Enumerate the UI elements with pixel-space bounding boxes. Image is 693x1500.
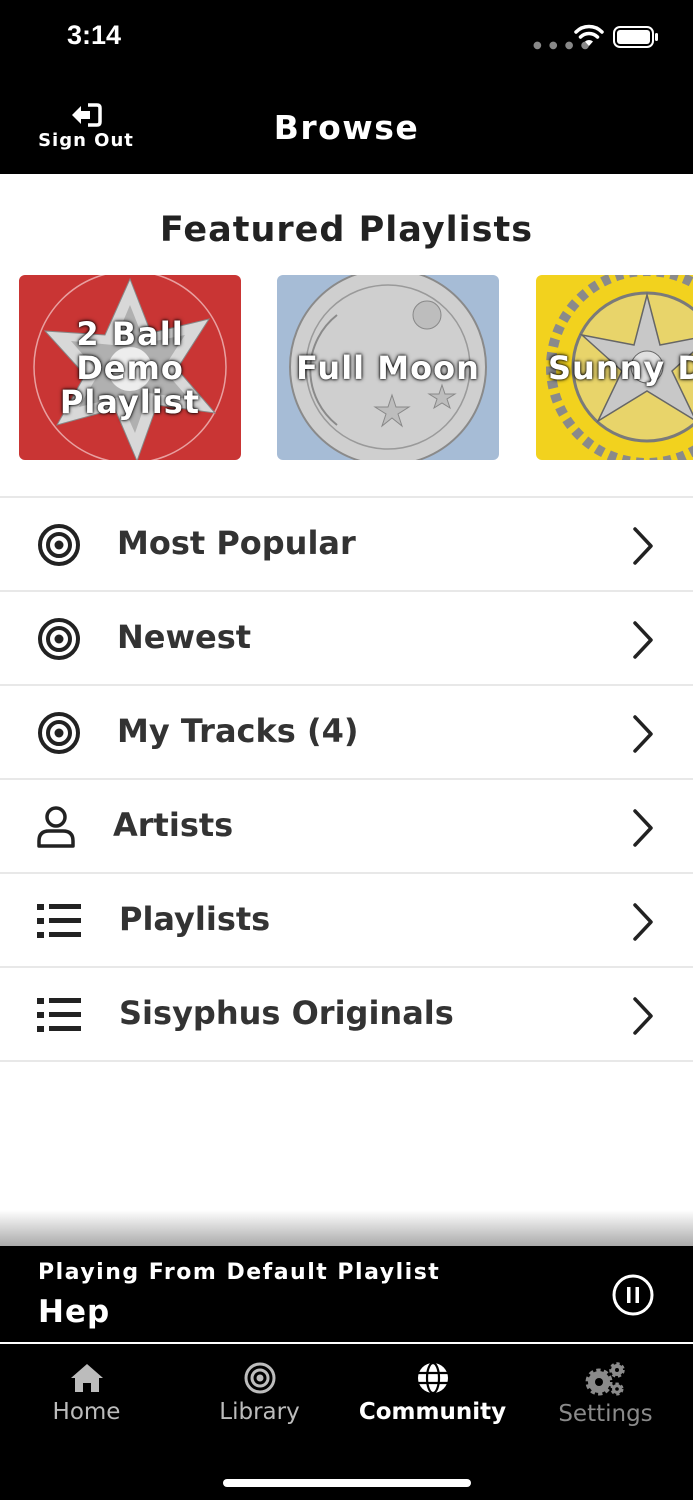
target-icon <box>38 524 80 566</box>
sign-out-label: Sign Out <box>38 130 134 151</box>
now-playing-context: Playing From Default Playlist <box>38 1260 441 1285</box>
target-icon <box>38 618 80 660</box>
tab-home[interactable]: Home <box>0 1361 173 1425</box>
now-playing-bar[interactable]: Playing From Default Playlist Hep <box>0 1246 693 1344</box>
globe-icon <box>417 1361 448 1395</box>
chevron-right-icon <box>633 621 653 659</box>
target-icon <box>38 712 80 754</box>
playlist-title: Full Moon <box>296 348 480 387</box>
featured-playlists-carousel[interactable]: 2 Ball Demo Playlist Full Moon Sunny D <box>0 275 693 461</box>
status-bar: 3:14 ● ● ● ● <box>0 0 693 80</box>
menu-item-label: Newest <box>117 618 252 656</box>
chevron-right-icon <box>633 997 653 1035</box>
tab-community[interactable]: Community <box>346 1361 519 1425</box>
menu-item-label: Most Popular <box>117 524 356 562</box>
pause-button[interactable] <box>612 1274 654 1316</box>
tab-label: Library <box>219 1399 300 1425</box>
chevron-right-icon <box>633 809 653 847</box>
playlist-title: 2 Ball Demo Playlist <box>59 314 201 421</box>
menu-item-most-popular[interactable]: Most Popular <box>0 498 693 592</box>
list-icon <box>37 904 81 938</box>
battery-icon <box>613 26 658 48</box>
playlist-title: Sunny D <box>548 348 693 387</box>
navigation-bar: Sign Out Browse <box>0 80 693 174</box>
menu-item-newest[interactable]: Newest <box>0 592 693 686</box>
tab-library[interactable]: Library <box>173 1361 346 1425</box>
tab-label: Community <box>358 1399 507 1425</box>
home-indicator <box>223 1479 471 1487</box>
tab-label: Home <box>52 1399 121 1425</box>
featured-playlist-tile-full-moon[interactable]: Full Moon <box>277 275 499 460</box>
person-icon <box>37 806 75 848</box>
sign-out-button[interactable]: Sign Out <box>34 102 138 151</box>
featured-playlist-tile-2-ball-demo[interactable]: 2 Ball Demo Playlist <box>19 275 241 460</box>
tab-label: Settings <box>558 1401 653 1427</box>
target-icon <box>244 1362 275 1394</box>
menu-item-label: My Tracks (4) <box>117 712 359 750</box>
browse-content: Featured Playlists 2 Ball Demo Playlist <box>0 174 693 1246</box>
menu-item-label: Playlists <box>119 900 271 938</box>
gear-icon <box>585 1362 625 1396</box>
featured-playlists-title: Featured Playlists <box>159 210 534 250</box>
tab-bar: Home Library Community Settings <box>0 1345 693 1500</box>
menu-item-label: Sisyphus Originals <box>119 994 454 1032</box>
menu-item-artists[interactable]: Artists <box>0 780 693 874</box>
home-icon <box>70 1364 103 1392</box>
chevron-right-icon <box>633 903 653 941</box>
featured-playlist-tile-sunny[interactable]: Sunny D <box>536 275 693 460</box>
status-time: 3:14 <box>67 20 122 50</box>
scroll-fade <box>0 1210 693 1246</box>
menu-item-sisyphus-originals[interactable]: Sisyphus Originals <box>0 968 693 1062</box>
wifi-icon <box>574 24 604 46</box>
menu-item-label: Artists <box>113 806 234 844</box>
browse-menu: Most Popular Newest My Tracks (4) Artist… <box>0 496 693 1062</box>
chevron-right-icon <box>633 715 653 753</box>
tab-settings[interactable]: Settings <box>519 1361 692 1427</box>
list-icon <box>37 998 81 1032</box>
sign-out-icon <box>72 103 102 127</box>
now-playing-track: Hep <box>38 1294 111 1330</box>
menu-item-playlists[interactable]: Playlists <box>0 874 693 968</box>
chevron-right-icon <box>633 527 653 565</box>
menu-item-my-tracks[interactable]: My Tracks (4) <box>0 686 693 780</box>
